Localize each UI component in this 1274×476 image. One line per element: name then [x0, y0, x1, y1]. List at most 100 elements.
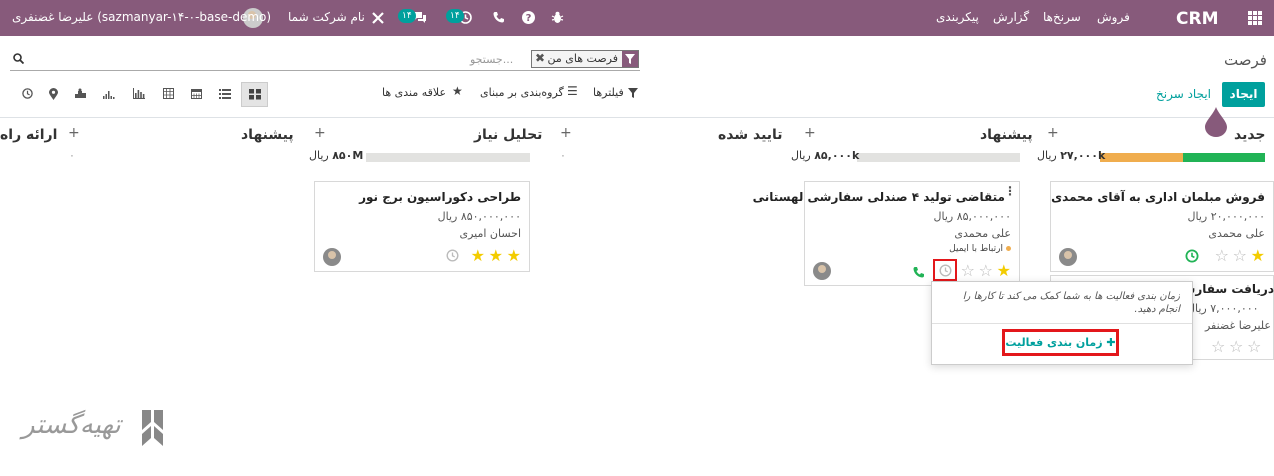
- priority-star[interactable]: ★: [997, 263, 1011, 279]
- favorites-toggle[interactable]: علاقه مندی ها: [382, 86, 446, 99]
- column-quick-create-needs-analysis[interactable]: +: [314, 125, 326, 141]
- menu-configuration[interactable]: پیکربندی: [936, 10, 979, 24]
- graph-icon[interactable]: [133, 88, 145, 99]
- pivot-icon[interactable]: [163, 88, 174, 99]
- progress-segment-orange[interactable]: [1100, 153, 1183, 162]
- user-menu[interactable]: علیرضا غضنفری (sazmanyar-۱۴-۰-base-demo): [12, 10, 271, 24]
- column-title-proposal[interactable]: پیشنهاد: [241, 127, 294, 143]
- activity-clock-icon[interactable]: [446, 249, 459, 262]
- column-progress-proposition[interactable]: [857, 153, 1020, 162]
- search-input[interactable]: جستجو...: [470, 53, 513, 66]
- bug-icon[interactable]: [551, 11, 564, 24]
- help-icon[interactable]: ?: [522, 11, 535, 24]
- amount-value: ۲۷,۰۰۰k: [1060, 149, 1106, 162]
- card-revenue: ۸۵۰,۰۰۰,۰۰۰ ریال: [437, 210, 521, 223]
- column-amount-needs-analysis: ۸۵۰M ریال: [309, 149, 363, 162]
- priority-star[interactable]: ★: [489, 248, 503, 264]
- popover-message: زمان بندی فعالیت ها به شما کمک می کند تا…: [962, 291, 1180, 315]
- card-title: طراحی دکوراسیون برج نور: [359, 190, 521, 204]
- column-title-proposition[interactable]: پیشنهاد: [980, 127, 1033, 143]
- column-quick-create-proposition[interactable]: +: [804, 125, 816, 141]
- tag-label: ارتباط با ایمیل: [949, 244, 1003, 254]
- menu-leads[interactable]: سرنخ‌ها: [1043, 10, 1081, 24]
- svg-text:?: ?: [526, 13, 532, 24]
- amount-value: ۸۵,۰۰۰k: [814, 149, 860, 162]
- apps-icon[interactable]: [1248, 11, 1262, 25]
- salesperson-avatar[interactable]: [813, 262, 831, 280]
- phone-icon[interactable]: [913, 266, 925, 278]
- column-title-new[interactable]: جدید: [1234, 127, 1266, 143]
- activity-button-highlight[interactable]: [933, 259, 957, 281]
- filter-icon: [628, 88, 638, 98]
- activity-icon[interactable]: [22, 88, 33, 99]
- card-title: متقاضی تولید ۴ صندلی سفارشی لهستانی: [752, 190, 1005, 204]
- calendar-icon[interactable]: [191, 88, 202, 99]
- priority-star[interactable]: ☆: [1247, 339, 1261, 355]
- filter-icon: [625, 54, 635, 64]
- plus-icon: ✚: [1106, 336, 1116, 349]
- column-progress-needs-analysis[interactable]: [366, 153, 530, 162]
- phone-icon[interactable]: [493, 11, 505, 23]
- list-icon[interactable]: [219, 89, 231, 99]
- map-icon[interactable]: [49, 88, 58, 100]
- generate-leads-button[interactable]: ایجاد سرنخ: [1156, 87, 1211, 101]
- priority-star[interactable]: ☆: [1233, 248, 1247, 264]
- priority-star[interactable]: ☆: [1215, 248, 1229, 264]
- card-revenue: ۷,۰۰۰,۰۰۰ ریال: [1187, 302, 1259, 315]
- kanban-card[interactable]: طراحی دکوراسیون برج نور ۸۵۰,۰۰۰,۰۰۰ ریال…: [314, 181, 530, 272]
- menu-sales[interactable]: فروش: [1097, 10, 1130, 24]
- priority-star[interactable]: ★: [471, 248, 485, 264]
- tag-color-dot: [1006, 246, 1011, 251]
- schedule-activity-button[interactable]: ✚ زمان بندی فعالیت: [1002, 329, 1119, 356]
- tools-icon[interactable]: [372, 12, 384, 24]
- column-quick-create-won[interactable]: +: [560, 125, 572, 141]
- groupby-toggle[interactable]: گروه‌بندی بر مبنای: [480, 86, 564, 99]
- control-panel: فرصت فرصت های من ✖ جستجو... ایجاد ایجاد …: [0, 36, 1274, 118]
- progress-segment-green[interactable]: [1183, 153, 1265, 162]
- activity-clock-icon: [939, 264, 952, 277]
- watermark-mark-icon: [142, 410, 163, 446]
- priority-star[interactable]: ☆: [1229, 339, 1243, 355]
- column-quick-create-proposal[interactable]: +: [68, 125, 80, 141]
- menu-reporting[interactable]: گزارش: [993, 10, 1029, 24]
- activity-chart-icon[interactable]: [74, 88, 87, 99]
- search-facet[interactable]: فرصت های من ✖: [531, 50, 639, 68]
- card-menu-icon[interactable]: ⋮: [1004, 184, 1016, 198]
- kanban-card[interactable]: فروش مبلمان اداری به آقای محمدی ۲۰,۰۰۰,۰…: [1050, 181, 1274, 272]
- salesperson-avatar[interactable]: [1059, 248, 1077, 266]
- kanban-icon: [249, 89, 261, 100]
- column-title-won[interactable]: تایید شده: [718, 127, 783, 143]
- cohort-icon[interactable]: [103, 88, 116, 99]
- priority-star[interactable]: ★: [1251, 248, 1265, 264]
- column-amount-proposal: ۰: [69, 149, 75, 162]
- app-name[interactable]: CRM: [1176, 9, 1218, 29]
- salesperson-avatar[interactable]: [323, 248, 341, 266]
- column-quick-create-new[interactable]: +: [1047, 125, 1059, 141]
- watermark-text: تهیه‌گستر: [22, 410, 121, 440]
- activity-clock-icon[interactable]: [1185, 249, 1199, 263]
- priority-star[interactable]: ★: [507, 248, 521, 264]
- amount-value: ۸۵۰M: [332, 149, 364, 162]
- card-revenue: ۸۵,۰۰۰,۰۰۰ ریال: [933, 210, 1011, 223]
- card-contact: احسان امیری: [459, 227, 521, 240]
- search-icon[interactable]: [13, 53, 24, 64]
- company-switcher[interactable]: نام شرکت شما: [288, 10, 365, 24]
- priority-star[interactable]: ☆: [979, 263, 993, 279]
- column-amount-won: ۰: [560, 149, 566, 162]
- column-progress-new[interactable]: [1100, 153, 1265, 162]
- column-amount-proposition: ۸۵,۰۰۰k ریال: [791, 149, 859, 162]
- column-title-solution[interactable]: ارائه راه: [0, 127, 57, 143]
- priority-star[interactable]: ☆: [1211, 339, 1225, 355]
- kanban-card[interactable]: ⋮ متقاضی تولید ۴ صندلی سفارشی لهستانی ۸۵…: [753, 181, 1020, 286]
- activity-counter-badge: ۱۴: [446, 9, 464, 23]
- filters-toggle[interactable]: فیلترها: [593, 86, 624, 99]
- amount-currency: ریال: [309, 149, 329, 162]
- column-title-needs-analysis[interactable]: تحلیل نیاز: [474, 127, 542, 143]
- kanban-view-button[interactable]: [241, 82, 268, 107]
- create-button[interactable]: ایجاد: [1222, 82, 1265, 107]
- watermark-logo: تهیه‌گستر: [20, 400, 170, 460]
- groupby-icon: ☰: [567, 84, 578, 98]
- top-navbar: CRM فروش سرنخ‌ها گزارش پیکربندی ? ۱۴ ۱۴ …: [0, 0, 1274, 36]
- facet-remove-icon[interactable]: ✖: [535, 51, 545, 65]
- priority-star[interactable]: ☆: [961, 263, 975, 279]
